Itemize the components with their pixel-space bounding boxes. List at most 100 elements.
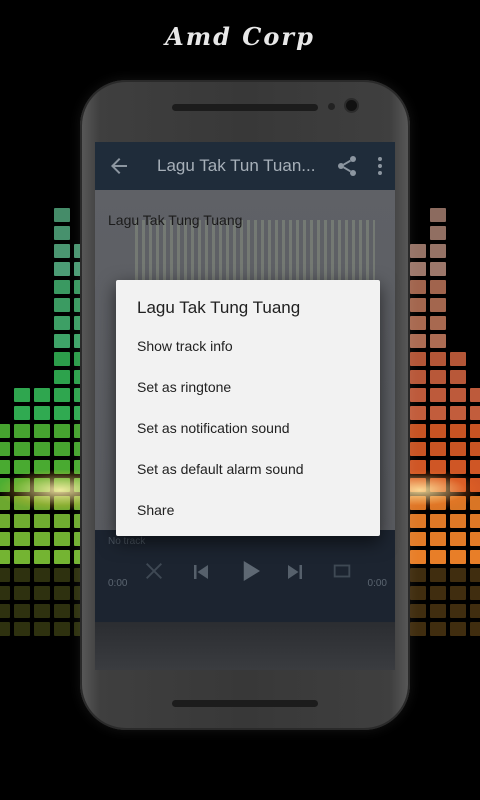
equalizer-cell xyxy=(450,208,466,222)
equalizer-cell xyxy=(430,388,446,402)
equalizer-cell xyxy=(54,604,70,618)
equalizer-cell xyxy=(470,370,480,384)
equalizer-cell xyxy=(430,406,446,420)
equalizer-cell xyxy=(410,370,426,384)
equalizer-cell xyxy=(450,262,466,276)
equalizer-cell xyxy=(14,442,30,456)
equalizer-cell xyxy=(430,334,446,348)
equalizer-cell xyxy=(0,406,10,420)
equalizer-cell xyxy=(14,208,30,222)
equalizer-cell xyxy=(34,586,50,600)
equalizer-cell xyxy=(54,370,70,384)
equalizer-cell xyxy=(14,532,30,546)
arrow-left-icon[interactable] xyxy=(107,154,131,178)
equalizer-cell xyxy=(410,208,426,222)
equalizer-cell xyxy=(0,424,10,438)
equalizer-cell xyxy=(14,280,30,294)
equalizer-cell xyxy=(54,262,70,276)
menu-item-set-ringtone[interactable]: Set as ringtone xyxy=(137,367,367,407)
equalizer-cell xyxy=(410,604,426,618)
equalizer-cell xyxy=(430,208,446,222)
equalizer-cell xyxy=(0,334,10,348)
equalizer-cell xyxy=(450,442,466,456)
equalizer-cell xyxy=(0,586,10,600)
equalizer-cell xyxy=(450,352,466,366)
equalizer-cell xyxy=(470,550,480,564)
equalizer-cell xyxy=(430,568,446,582)
more-vert-icon[interactable] xyxy=(375,154,385,178)
equalizer-cell xyxy=(54,226,70,240)
equalizer-cell xyxy=(54,568,70,582)
screen-bottom-area xyxy=(95,622,395,670)
menu-item-set-notification-sound[interactable]: Set as notification sound xyxy=(137,408,367,448)
shuffle-icon[interactable] xyxy=(143,560,165,582)
equalizer-cell xyxy=(430,514,446,528)
equalizer-cell xyxy=(450,514,466,528)
equalizer-cell xyxy=(0,226,10,240)
equalizer-cell xyxy=(410,334,426,348)
equalizer-cell xyxy=(470,514,480,528)
equalizer-cell xyxy=(410,622,426,636)
top-speaker xyxy=(172,104,318,111)
equalizer-cell xyxy=(54,424,70,438)
equalizer-cell xyxy=(54,280,70,294)
equalizer-cell xyxy=(430,280,446,294)
equalizer-cell xyxy=(54,550,70,564)
equalizer-cell xyxy=(34,550,50,564)
equalizer-cell xyxy=(34,406,50,420)
equalizer-cell xyxy=(14,622,30,636)
equalizer-cell xyxy=(34,442,50,456)
equalizer-cell xyxy=(54,388,70,402)
equalizer-cell xyxy=(14,586,30,600)
equalizer-cell xyxy=(470,532,480,546)
equalizer-left xyxy=(0,208,90,636)
share-icon[interactable] xyxy=(335,154,359,178)
skip-previous-icon[interactable] xyxy=(189,560,213,584)
equalizer-cell xyxy=(14,298,30,312)
repeat-icon[interactable] xyxy=(331,560,353,582)
equalizer-cell xyxy=(410,226,426,240)
equalizer-cell xyxy=(0,316,10,330)
equalizer-cell xyxy=(54,244,70,258)
equalizer-cell xyxy=(450,604,466,618)
equalizer-cell xyxy=(0,514,10,528)
equalizer-cell xyxy=(430,352,446,366)
equalizer-cell xyxy=(450,370,466,384)
equalizer-cell xyxy=(0,298,10,312)
bottom-speaker xyxy=(172,700,318,707)
equalizer-cell xyxy=(34,388,50,402)
equalizer-cell xyxy=(14,424,30,438)
front-camera xyxy=(346,100,357,111)
equalizer-cell xyxy=(430,622,446,636)
song-label: Lagu Tak Tung Tuang xyxy=(108,212,243,228)
skip-next-icon[interactable] xyxy=(283,560,307,584)
equalizer-cell xyxy=(34,316,50,330)
equalizer-cell xyxy=(34,370,50,384)
equalizer-cell xyxy=(470,424,480,438)
play-icon[interactable] xyxy=(235,556,265,586)
equalizer-cell xyxy=(430,298,446,312)
elapsed-time: 0:00 xyxy=(108,578,128,589)
equalizer-cell xyxy=(450,226,466,240)
equalizer-cell xyxy=(14,550,30,564)
menu-item-set-alarm-sound[interactable]: Set as default alarm sound xyxy=(137,449,367,489)
equalizer-cell xyxy=(450,316,466,330)
menu-item-show-track-info[interactable]: Show track info xyxy=(137,326,367,366)
equalizer-cell xyxy=(410,532,426,546)
equalizer-cell xyxy=(430,604,446,618)
equalizer-cell xyxy=(34,334,50,348)
equalizer-cell xyxy=(54,298,70,312)
player-controls: No track 0:00 0:00 xyxy=(95,530,395,622)
menu-item-share[interactable]: Share xyxy=(137,490,367,530)
equalizer-cell xyxy=(410,550,426,564)
equalizer-cell xyxy=(450,298,466,312)
equalizer-cell xyxy=(34,568,50,582)
equalizer-cell xyxy=(34,262,50,276)
equalizer-cell xyxy=(410,442,426,456)
equalizer-cell xyxy=(470,298,480,312)
equalizer-cell xyxy=(34,298,50,312)
equalizer-cell xyxy=(410,262,426,276)
equalizer-cell xyxy=(470,568,480,582)
equalizer-cell xyxy=(54,622,70,636)
equalizer-cell xyxy=(0,622,10,636)
